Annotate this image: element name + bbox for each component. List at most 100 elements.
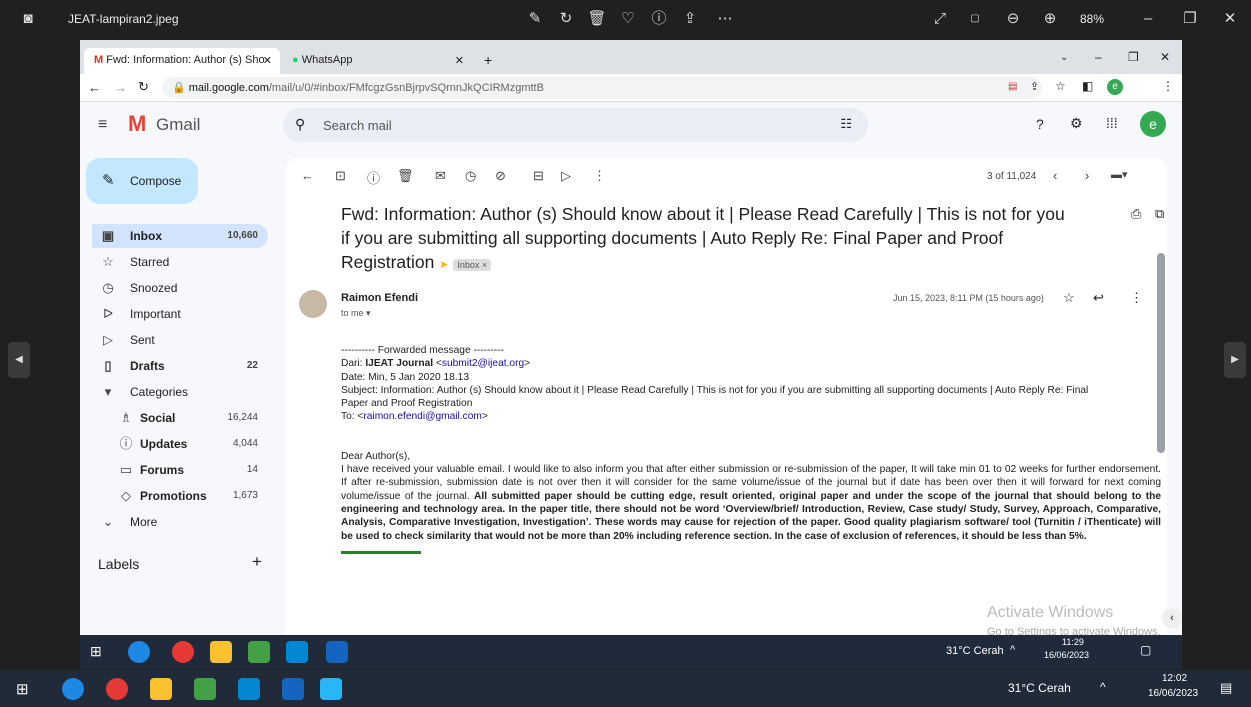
address-bar[interactable]: 🔒 mail.google.com/mail/u/0/#inbox/FMfcgz… bbox=[162, 77, 1042, 99]
delete-icon[interactable]: 🗑 bbox=[397, 168, 414, 184]
browser-close-icon[interactable]: ✕ bbox=[1160, 50, 1170, 64]
tab-search-icon[interactable]: ⌄ bbox=[1060, 52, 1068, 63]
recipient-dropdown[interactable]: to me ▾ bbox=[341, 308, 371, 319]
chrome-icon[interactable] bbox=[172, 641, 194, 663]
bookmark-icon[interactable]: ☆ bbox=[1055, 79, 1066, 93]
search-icon[interactable]: ⚲ bbox=[295, 116, 305, 133]
word-icon[interactable] bbox=[282, 678, 304, 700]
tray-chevron-icon[interactable]: ^ bbox=[1100, 680, 1106, 694]
account-avatar[interactable]: e bbox=[1140, 111, 1166, 137]
search-options-icon[interactable]: ☷ bbox=[840, 116, 852, 132]
word-icon[interactable] bbox=[326, 641, 348, 663]
report-spam-icon[interactable]: ⓘ bbox=[367, 168, 380, 187]
main-menu-icon[interactable]: ≡ bbox=[98, 116, 107, 134]
star-icon[interactable]: ☆ bbox=[1063, 290, 1075, 306]
delete-icon[interactable]: 🗑 bbox=[587, 9, 607, 29]
edit-image-icon[interactable]: ✎ bbox=[525, 9, 545, 29]
file-explorer-icon[interactable] bbox=[150, 678, 172, 700]
clock-time[interactable]: 11:29 bbox=[1062, 637, 1084, 647]
start-icon[interactable]: ⊞ bbox=[16, 680, 29, 698]
clock-date[interactable]: 16/06/2023 bbox=[1044, 650, 1089, 660]
input-tools-icon[interactable]: ▬▾ bbox=[1111, 168, 1128, 181]
translate-icon[interactable]: ▤ bbox=[1008, 81, 1017, 92]
label-icon[interactable]: ▷ bbox=[561, 168, 571, 184]
notification-icon[interactable]: ▢ bbox=[1140, 643, 1151, 657]
side-panel-toggle-icon[interactable]: ‹ bbox=[1162, 608, 1182, 628]
sidebar-item-snoozed[interactable]: ◷ Snoozed bbox=[92, 276, 268, 300]
sidebar-item-forums[interactable]: ▭ Forums 14 bbox=[92, 458, 268, 482]
search-input[interactable]: Search mail bbox=[323, 118, 392, 133]
back-icon[interactable]: ← bbox=[88, 80, 101, 95]
maximize-icon[interactable]: ❐ bbox=[1180, 9, 1200, 29]
side-panel-icon[interactable]: ◧ bbox=[1082, 79, 1093, 93]
tray-chevron-icon[interactable]: ^ bbox=[1010, 644, 1015, 656]
more-icon[interactable]: ⋯ bbox=[715, 9, 735, 29]
new-tab-icon[interactable]: + bbox=[484, 52, 492, 68]
sidebar-item-categories[interactable]: ▾ Categories bbox=[92, 380, 268, 404]
sidebar-item-more[interactable]: ⌄ More bbox=[92, 510, 268, 534]
add-task-icon[interactable]: ⊘ bbox=[495, 168, 506, 184]
edge-icon[interactable] bbox=[128, 641, 150, 663]
share-page-icon[interactable]: ⇪ bbox=[1030, 80, 1039, 93]
from-email-link[interactable]: submit2@ijeat.org bbox=[442, 358, 524, 369]
edge-icon[interactable] bbox=[62, 678, 84, 700]
move-to-icon[interactable]: ⊟ bbox=[533, 168, 544, 184]
minimize-icon[interactable]: – bbox=[1138, 9, 1158, 29]
app-icon[interactable] bbox=[248, 641, 270, 663]
to-email-link[interactable]: raimon.efendi@gmail.com bbox=[363, 411, 482, 422]
clock-time[interactable]: 12:02 bbox=[1162, 673, 1187, 684]
photos-icon[interactable] bbox=[320, 678, 342, 700]
app-icon[interactable] bbox=[286, 641, 308, 663]
tab-close-icon[interactable]: ✕ bbox=[455, 54, 464, 67]
compose-button[interactable]: ✎ Compose bbox=[86, 158, 198, 204]
archive-icon[interactable]: ⊡ bbox=[335, 168, 346, 184]
profile-avatar[interactable]: e bbox=[1107, 79, 1123, 95]
add-label-button[interactable]: + bbox=[252, 552, 262, 572]
tab-close-icon[interactable]: ✕ bbox=[263, 54, 272, 67]
actual-size-icon[interactable]: ▢ bbox=[965, 9, 985, 29]
clock-date[interactable]: 16/06/2023 bbox=[1148, 688, 1198, 699]
close-icon[interactable]: ✕ bbox=[1220, 9, 1240, 29]
scrollbar-thumb[interactable] bbox=[1157, 253, 1165, 453]
tab-whatsapp[interactable]: ● WhatsApp ✕ bbox=[282, 48, 472, 74]
rotate-icon[interactable]: ↻ bbox=[556, 9, 576, 29]
app-icon[interactable] bbox=[238, 678, 260, 700]
sidebar-item-updates[interactable]: ⓘ Updates 4,044 bbox=[92, 432, 268, 456]
print-icon[interactable]: ⎙ bbox=[1131, 206, 1141, 222]
app-icon[interactable] bbox=[194, 678, 216, 700]
tab-gmail[interactable]: M Fwd: Information: Author (s) Sho ✕ bbox=[84, 48, 280, 74]
newer-icon[interactable]: ‹ bbox=[1053, 168, 1057, 183]
sidebar-item-social[interactable]: ♗ Social 16,244 bbox=[92, 406, 268, 430]
sidebar-item-inbox[interactable]: ▣ Inbox 10,660 bbox=[92, 224, 268, 248]
previous-image-button[interactable]: ◀ bbox=[8, 342, 30, 378]
back-to-inbox-icon[interactable]: ← bbox=[301, 168, 314, 183]
next-image-button[interactable]: ▶ bbox=[1224, 342, 1246, 378]
open-new-window-icon[interactable]: ⧉ bbox=[1155, 206, 1164, 222]
reload-icon[interactable]: ↻ bbox=[138, 79, 149, 95]
support-icon[interactable]: ? bbox=[1036, 116, 1044, 132]
info-icon[interactable]: ⓘ bbox=[649, 9, 669, 29]
weather-widget[interactable]: 31°C Cerah bbox=[1008, 681, 1071, 695]
more-options-icon[interactable]: ⋮ bbox=[593, 168, 606, 184]
sidebar-item-drafts[interactable]: ▯ Drafts 22 bbox=[92, 354, 268, 378]
sidebar-item-important[interactable]: ᐅ Important bbox=[92, 302, 268, 326]
sidebar-item-promotions[interactable]: ◇ Promotions 1,673 bbox=[92, 484, 268, 508]
browser-minimize-icon[interactable]: – bbox=[1095, 50, 1102, 64]
older-icon[interactable]: › bbox=[1085, 168, 1089, 183]
mark-unread-icon[interactable]: ✉ bbox=[435, 168, 446, 184]
share-icon[interactable]: ⇪ bbox=[680, 9, 700, 29]
weather-widget[interactable]: 31°C Cerah bbox=[946, 645, 1004, 657]
sidebar-item-sent[interactable]: ▷ Sent bbox=[92, 328, 268, 352]
message-more-icon[interactable]: ⋮ bbox=[1130, 290, 1143, 306]
search-bar[interactable]: ⚲ Search mail ☷ bbox=[283, 108, 868, 142]
chrome-icon[interactable] bbox=[106, 678, 128, 700]
reply-icon[interactable]: ↩ bbox=[1093, 290, 1104, 306]
forward-icon[interactable]: → bbox=[114, 80, 127, 95]
inbox-label-chip[interactable]: Inbox × bbox=[453, 259, 492, 271]
browser-menu-icon[interactable]: ⋮ bbox=[1162, 79, 1174, 93]
expand-icon[interactable]: ⤢ bbox=[930, 9, 950, 29]
zoom-out-icon[interactable]: ⊖ bbox=[1003, 9, 1023, 29]
start-icon[interactable]: ⊞ bbox=[90, 643, 102, 660]
file-explorer-icon[interactable] bbox=[210, 641, 232, 663]
browser-maximize-icon[interactable]: ❐ bbox=[1128, 50, 1139, 64]
